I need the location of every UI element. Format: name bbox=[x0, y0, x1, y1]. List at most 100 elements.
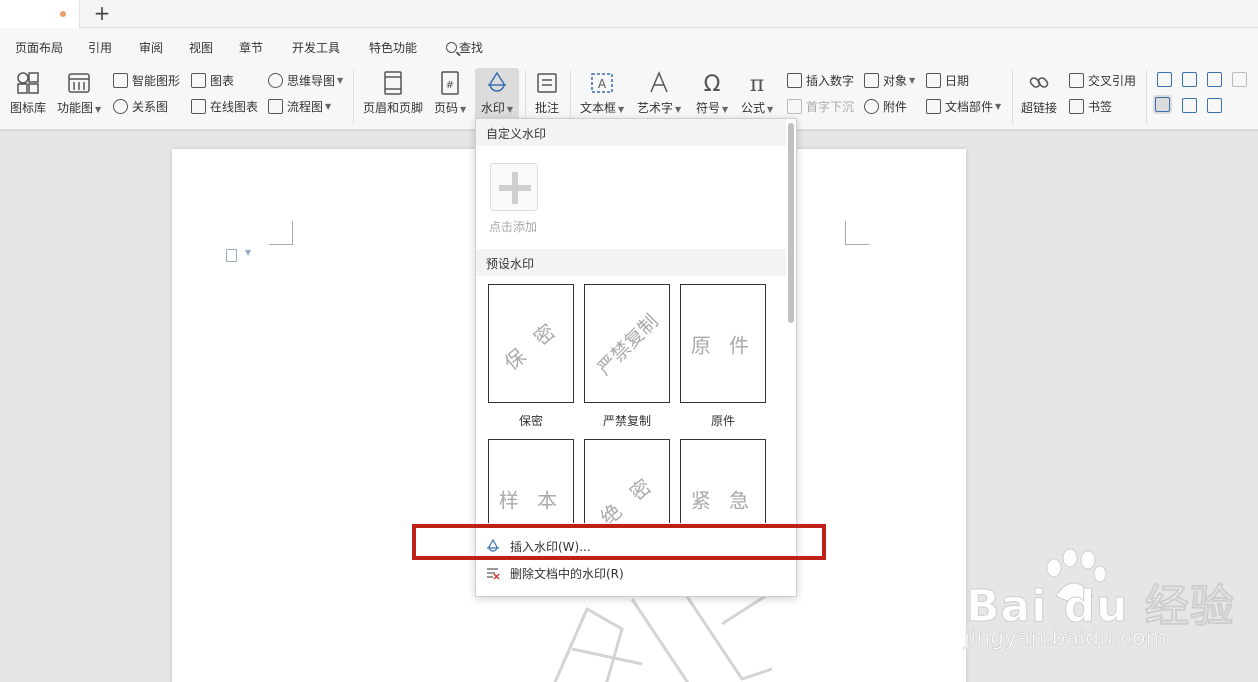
baidu-logo-text: Bai du 经验 bbox=[966, 581, 1235, 633]
search-label: 查找 bbox=[459, 41, 484, 55]
remove-watermark-menu-item[interactable]: 删除文档中的水印(R) bbox=[476, 560, 786, 586]
smart-shape-button[interactable]: 智能图形 bbox=[113, 72, 180, 89]
icon-library-label: 图标库 bbox=[10, 101, 47, 115]
cross-reference-button[interactable]: 交叉引用 bbox=[1069, 72, 1136, 89]
chevron-down-icon: ▼ bbox=[618, 105, 625, 114]
drop-cap-icon bbox=[787, 99, 802, 114]
icon-library-icon bbox=[17, 72, 39, 94]
page-number-button[interactable]: # 页码 ▼ bbox=[434, 70, 466, 116]
online-chart-label: 在线图表 bbox=[210, 100, 259, 114]
number-icon bbox=[787, 73, 802, 88]
link-icon bbox=[1029, 77, 1049, 88]
smart-shape-label: 智能图形 bbox=[132, 74, 181, 88]
tab-bar: + bbox=[0, 0, 1258, 28]
cross-reference-icon bbox=[1069, 73, 1084, 88]
bookmark-button[interactable]: 书签 bbox=[1069, 98, 1112, 115]
document-tab[interactable] bbox=[0, 0, 80, 28]
paperclip-icon bbox=[864, 99, 879, 114]
object-button[interactable]: 对象 ▼ bbox=[864, 72, 915, 89]
object-label: 对象 bbox=[883, 74, 908, 88]
preset-watermark-label: 严禁复制 bbox=[602, 414, 651, 428]
online-chart-button[interactable]: 在线图表 bbox=[191, 98, 258, 115]
bookmark-icon bbox=[1069, 99, 1084, 114]
attachment-label: 附件 bbox=[883, 100, 908, 114]
form-textbox-button[interactable] bbox=[1157, 72, 1176, 87]
form-list-button[interactable] bbox=[1207, 72, 1226, 87]
flow-chart-button[interactable]: 流程图 ▼ bbox=[268, 98, 331, 115]
mind-map-button[interactable]: 思维导图 ▼ bbox=[268, 72, 343, 89]
text-box-icon: A bbox=[591, 73, 613, 93]
calendar-icon bbox=[926, 73, 941, 88]
baidu-url: jingyan.baidu.com bbox=[964, 626, 1168, 652]
chevron-down-icon: ▼ bbox=[506, 105, 514, 114]
chevron-down-icon[interactable]: ▼ bbox=[245, 248, 251, 257]
chevron-down-icon: ▼ bbox=[460, 105, 467, 114]
attachment-button[interactable]: 附件 bbox=[864, 98, 907, 115]
menu-special-features[interactable]: 特色功能 bbox=[369, 39, 417, 56]
menu-review[interactable]: 审阅 bbox=[139, 39, 163, 56]
preset-watermark-thumb[interactable]: 严禁复制 bbox=[584, 284, 670, 403]
dropdown-scrollbar-thumb[interactable] bbox=[788, 123, 794, 323]
watermark-label: 水印 bbox=[480, 101, 505, 115]
doc-parts-label: 文档部件 bbox=[945, 100, 994, 114]
date-label: 日期 bbox=[945, 74, 970, 88]
search-button[interactable]: 查找 bbox=[446, 39, 483, 56]
relation-chart-button[interactable]: 关系图 bbox=[113, 98, 168, 115]
mind-map-icon bbox=[268, 73, 283, 88]
word-art-label: 艺术字 bbox=[637, 101, 674, 115]
hyperlink-button[interactable]: 超链接 bbox=[1021, 70, 1057, 116]
menu-developer-tools[interactable]: 开发工具 bbox=[292, 39, 340, 56]
symbol-button[interactable]: Ω 符号 ▼ bbox=[696, 70, 728, 116]
symbol-label: 符号 bbox=[696, 101, 721, 115]
svg-text:π: π bbox=[750, 72, 764, 96]
preset-watermark-thumb[interactable]: 保 密 bbox=[488, 284, 574, 403]
document-icon[interactable] bbox=[226, 249, 237, 262]
preset-watermark-header: 预设水印 bbox=[476, 249, 786, 276]
text-box-button[interactable]: A 文本框 ▼ bbox=[580, 70, 624, 116]
icon-library-button[interactable]: 图标库 bbox=[10, 70, 46, 116]
watermark-button[interactable]: 水印 ▼ bbox=[475, 68, 519, 120]
ribbon-separator bbox=[525, 70, 526, 124]
mind-map-label: 思维导图 bbox=[287, 74, 336, 88]
new-tab-button[interactable]: + bbox=[92, 2, 112, 24]
chevron-down-icon: ▼ bbox=[95, 105, 102, 114]
header-footer-button[interactable]: 页眉和页脚 bbox=[363, 70, 423, 116]
picture-icon bbox=[1232, 72, 1247, 87]
preset-watermark-text: 样 本 bbox=[498, 488, 564, 512]
ribbon-separator bbox=[1146, 70, 1147, 124]
insert-number-label: 插入数字 bbox=[806, 74, 855, 88]
comment-button[interactable]: 批注 bbox=[534, 70, 560, 116]
formula-button[interactable]: π 公式 ▼ bbox=[741, 70, 773, 116]
chevron-down-icon: ▼ bbox=[722, 105, 729, 114]
doc-parts-button[interactable]: 文档部件 ▼ bbox=[926, 98, 1001, 115]
function-chart-label: 功能图 bbox=[57, 101, 94, 115]
ribbon-separator bbox=[1012, 70, 1013, 124]
form-checkbox-button[interactable] bbox=[1182, 72, 1201, 87]
pi-icon: π bbox=[750, 72, 764, 96]
word-art-button[interactable]: 艺术字 ▼ bbox=[637, 70, 681, 116]
preset-watermark-text: 保 密 bbox=[499, 314, 565, 375]
bar-chart-icon bbox=[191, 73, 206, 88]
insert-number-button[interactable]: 插入数字 bbox=[787, 72, 854, 89]
comment-label: 批注 bbox=[534, 101, 559, 115]
menu-section[interactable]: 章节 bbox=[239, 39, 263, 56]
form-undo-button[interactable] bbox=[1182, 98, 1201, 113]
chevron-down-icon: ▼ bbox=[337, 76, 344, 85]
form-picture-button[interactable] bbox=[1232, 72, 1251, 87]
menu-view[interactable]: 视图 bbox=[189, 39, 213, 56]
add-custom-watermark-button[interactable] bbox=[490, 163, 538, 211]
online-chart-icon bbox=[191, 99, 206, 114]
form-lock-button[interactable] bbox=[1207, 98, 1226, 113]
menu-references[interactable]: 引用 bbox=[88, 39, 112, 56]
preset-watermark-thumb[interactable]: 原 件 bbox=[680, 284, 766, 403]
chart-button[interactable]: 图表 bbox=[191, 72, 234, 89]
function-chart-button[interactable]: 功能图 ▼ bbox=[57, 70, 101, 116]
date-button[interactable]: 日期 bbox=[926, 72, 969, 89]
margin-corner-top-left bbox=[269, 221, 293, 245]
svg-text:Ω: Ω bbox=[704, 72, 721, 96]
formula-label: 公式 bbox=[741, 101, 766, 115]
menu-page-layout[interactable]: 页面布局 bbox=[15, 39, 63, 56]
drop-cap-button[interactable]: 首字下沉 bbox=[787, 98, 854, 115]
form-frame-button[interactable] bbox=[1153, 95, 1172, 114]
header-footer-icon bbox=[384, 71, 402, 95]
